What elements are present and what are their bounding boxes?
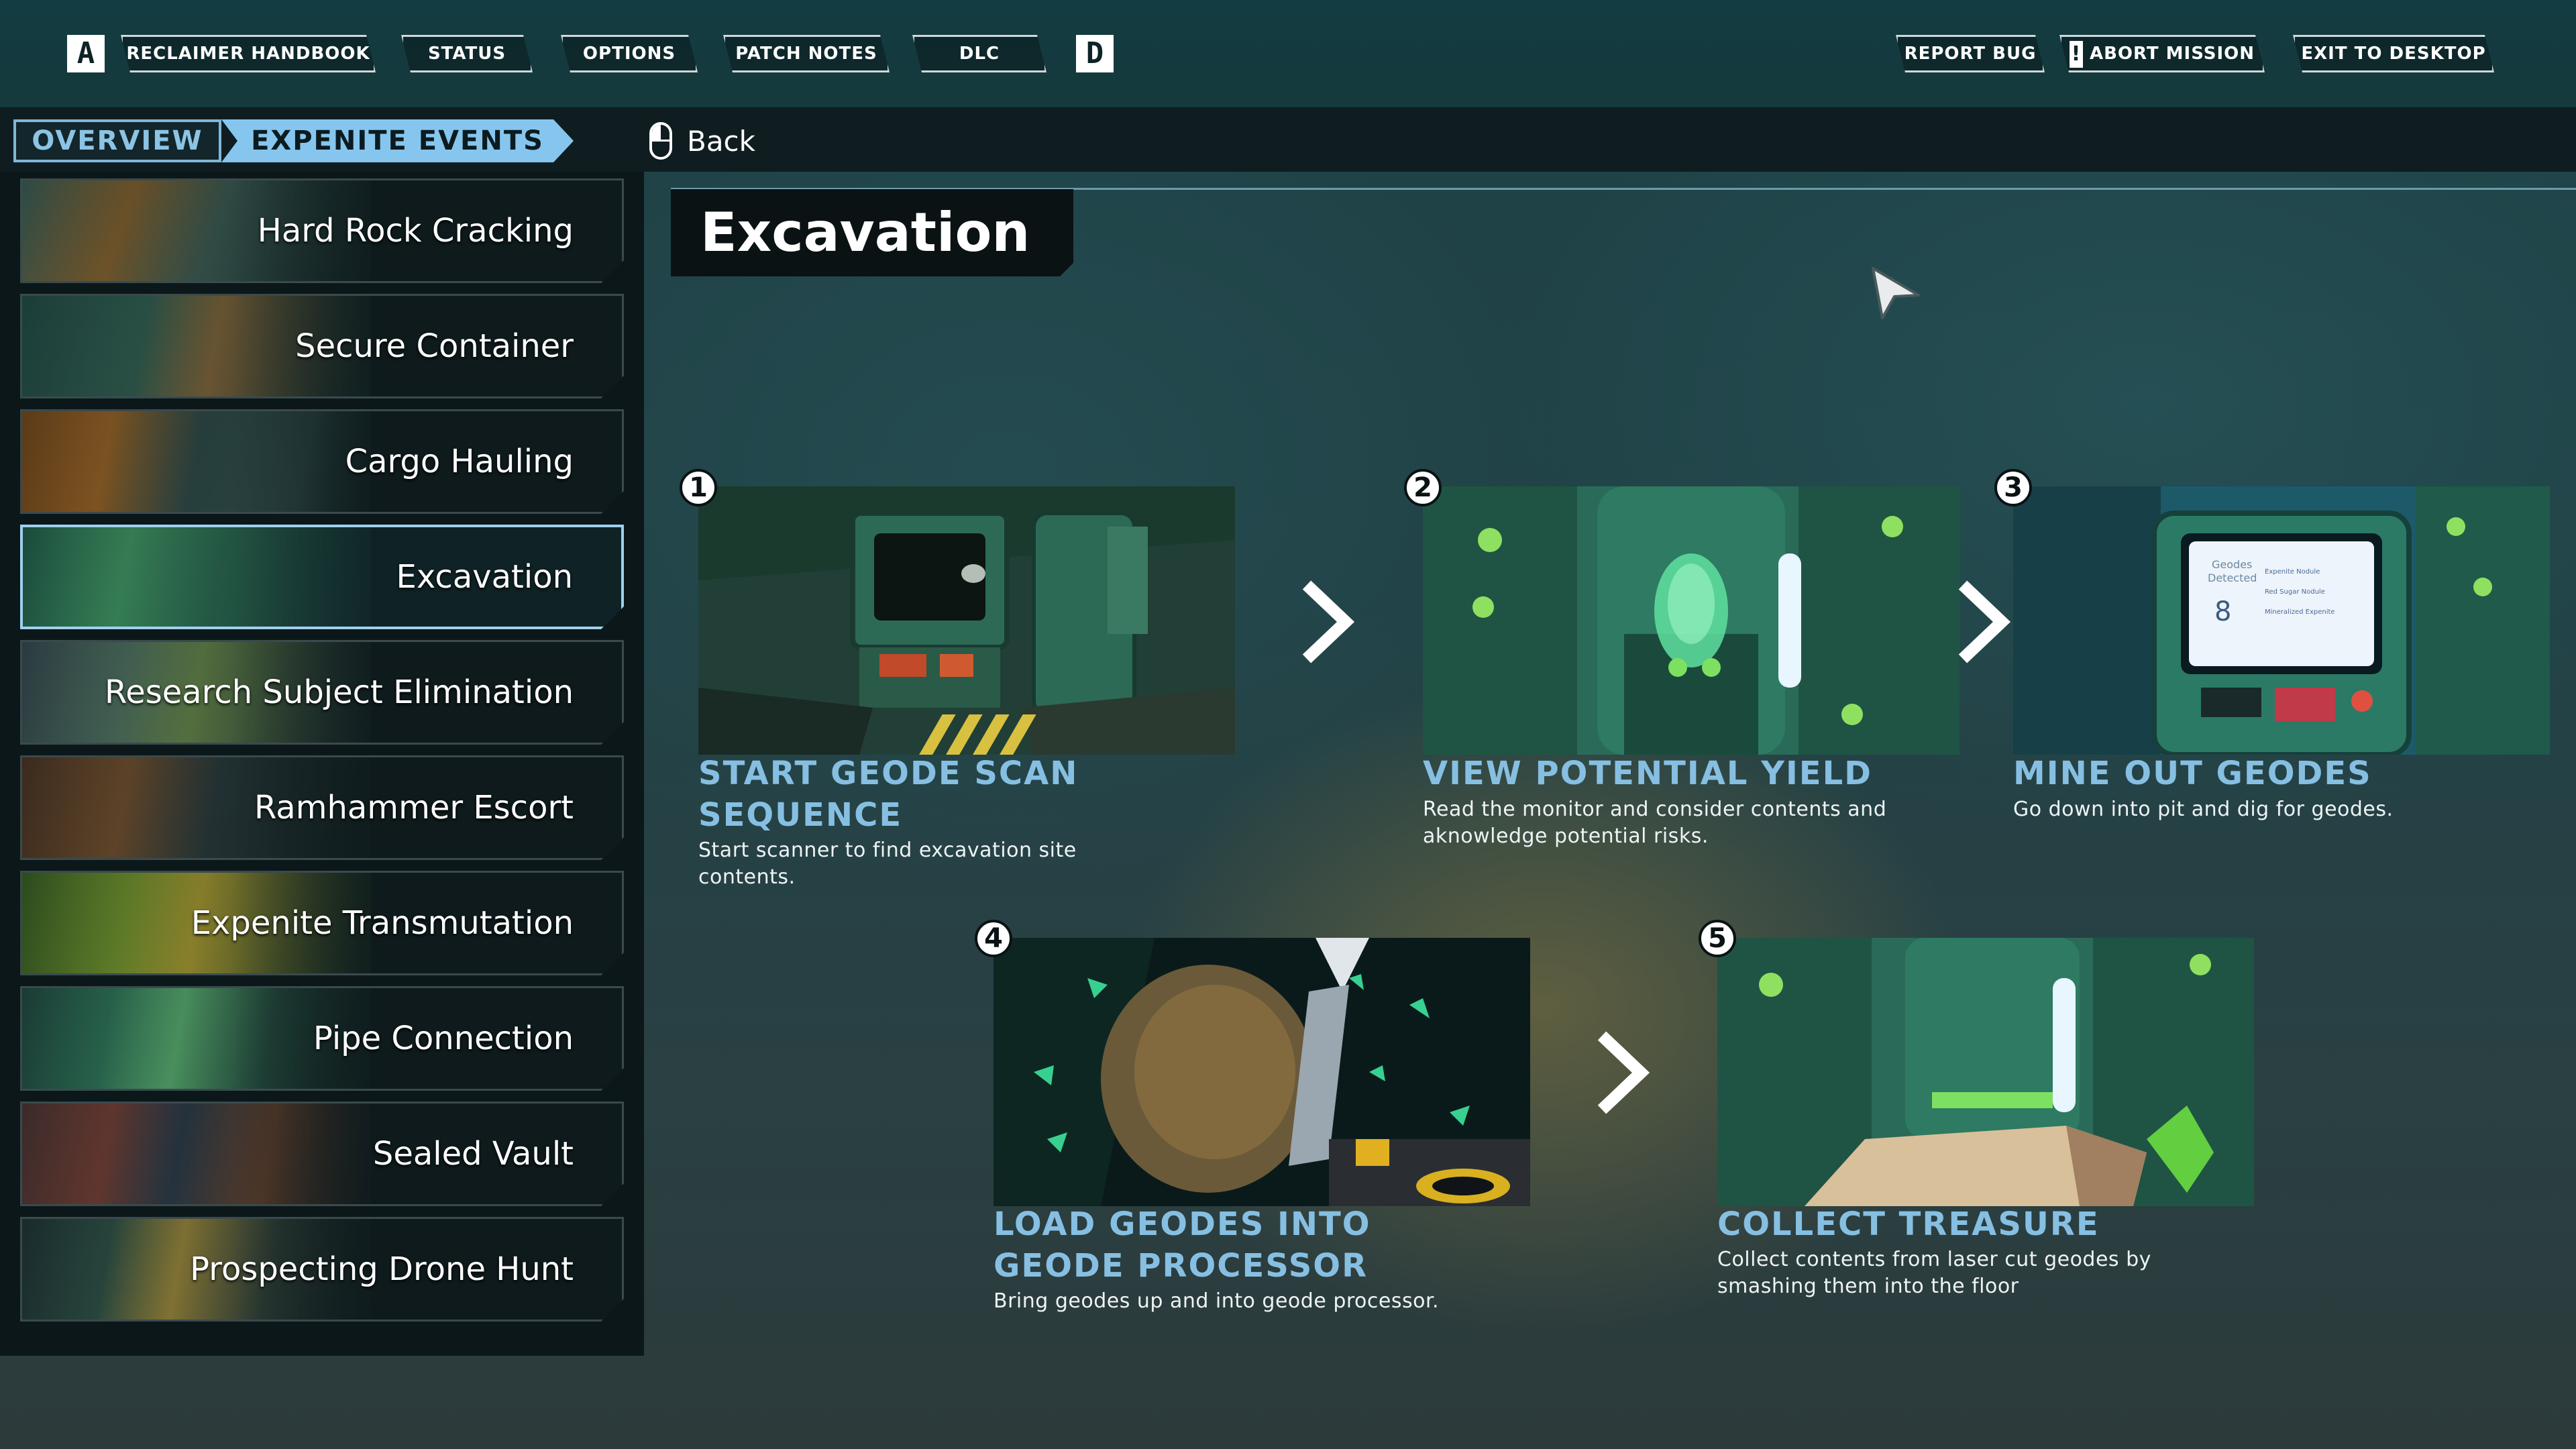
- tab-label: DLC: [959, 44, 1000, 64]
- breadcrumb-overview[interactable]: OVERVIEW: [13, 119, 221, 162]
- mouse-icon: [649, 122, 672, 160]
- sidebar-item-cargo-hauling[interactable]: Cargo Hauling: [20, 409, 624, 514]
- report-bug-label: REPORT BUG: [1904, 44, 2037, 64]
- sidebar-item-label: Research Subject Elimination: [105, 674, 574, 711]
- step-number: 1: [680, 469, 717, 506]
- tab-patch-notes[interactable]: PATCH NOTES: [723, 35, 890, 72]
- key-hint-a: A: [67, 35, 105, 72]
- svg-text:Detected: Detected: [2208, 572, 2257, 584]
- tab-label: PATCH NOTES: [735, 44, 877, 64]
- sidebar-item-label: Hard Rock Cracking: [257, 212, 574, 250]
- svg-text:Mineralized Expenite: Mineralized Expenite: [2265, 608, 2335, 616]
- sidebar-item-label: Sealed Vault: [372, 1135, 574, 1173]
- sidebar-item-sealed-vault[interactable]: Sealed Vault: [20, 1102, 624, 1206]
- sidebar-item-label: Expenite Transmutation: [191, 904, 574, 942]
- sidebar-item-label: Excavation: [396, 558, 573, 596]
- sidebar-item-secure-container[interactable]: Secure Container: [20, 294, 624, 398]
- svg-text:Red Sugar Nodule: Red Sugar Nodule: [2265, 588, 2325, 596]
- step-number: 2: [1404, 469, 1442, 506]
- page-title: Excavation: [700, 201, 1030, 264]
- step-title: VIEW POTENTIAL YIELD: [1423, 755, 1873, 792]
- tab-label: OPTIONS: [582, 44, 676, 64]
- sidebar-item-ramhammer-escort[interactable]: Ramhammer Escort: [20, 755, 624, 860]
- tab-label: STATUS: [427, 44, 506, 64]
- abort-mission-label: ABORT MISSION: [2089, 44, 2255, 64]
- step-description: Go down into pit and dig for geodes.: [2013, 798, 2394, 821]
- sidebar-item-label: Cargo Hauling: [345, 443, 574, 480]
- breadcrumb-expenite-events[interactable]: EXPENITE EVENTS: [221, 119, 574, 162]
- tab-label: RECLAIMER HANDBOOK: [126, 44, 370, 64]
- sidebar-item-research-subject-elimination[interactable]: Research Subject Elimination: [20, 640, 624, 745]
- sidebar-item-label: Prospecting Drone Hunt: [190, 1250, 574, 1288]
- step-description: Start scanner to find excavation site co…: [698, 839, 1077, 889]
- sidebar-item-label: Secure Container: [295, 327, 574, 365]
- step-1-image: [698, 486, 1235, 755]
- tab-reclaimer-handbook[interactable]: RECLAIMER HANDBOOK: [121, 35, 376, 72]
- exit-label: EXIT TO DESKTOP: [2301, 44, 2486, 64]
- step-5-image: [1717, 938, 2254, 1206]
- step-3-image: Geodes Detected 8 Expenite Nodule Red Su…: [2013, 486, 2550, 755]
- tab-status[interactable]: STATUS: [401, 35, 533, 72]
- sidebar-item-label: Ramhammer Escort: [254, 789, 574, 826]
- step-2-image: [1423, 486, 1960, 755]
- sidebar-item-expenite-transmutation[interactable]: Expenite Transmutation: [20, 871, 624, 975]
- chevron-right-icon: [1302, 580, 1355, 663]
- warning-icon: !: [2070, 41, 2083, 68]
- abort-mission-button[interactable]: ! ABORT MISSION: [2059, 35, 2265, 72]
- report-bug-button[interactable]: REPORT BUG: [1896, 35, 2045, 72]
- sidebar-item-label: Pipe Connection: [313, 1020, 574, 1057]
- step-title: MINE OUT GEODES: [2013, 755, 2372, 792]
- step-title: LOAD GEODES INTO GEODE PROCESSOR: [994, 1205, 1371, 1285]
- tab-dlc[interactable]: DLC: [912, 35, 1046, 72]
- monitor-label: Geodes: [2212, 558, 2252, 571]
- cursor-icon: [1872, 267, 1920, 319]
- step-number: 5: [1699, 920, 1736, 957]
- step-description: Read the monitor and consider contents a…: [1423, 798, 1887, 848]
- sidebar-item-pipe-connection[interactable]: Pipe Connection: [20, 986, 624, 1091]
- step-description: Collect contents from laser cut geodes b…: [1717, 1248, 2151, 1298]
- chevron-right-icon: [1597, 1031, 1650, 1114]
- sidebar-item-hard-rock-cracking[interactable]: Hard Rock Cracking: [20, 178, 624, 283]
- step-title: COLLECT TREASURE: [1717, 1205, 2100, 1243]
- back-button[interactable]: Back: [649, 119, 755, 162]
- exit-to-desktop-button[interactable]: EXIT TO DESKTOP: [2293, 35, 2494, 72]
- svg-text:Expenite Nodule: Expenite Nodule: [2265, 568, 2320, 576]
- tab-options[interactable]: OPTIONS: [561, 35, 698, 72]
- step-description: Bring geodes up and into geode processor…: [994, 1289, 1440, 1313]
- chevron-right-icon: [1958, 580, 2011, 663]
- sidebar-item-excavation[interactable]: Excavation: [20, 525, 624, 629]
- step-number: 3: [1994, 469, 2032, 506]
- step-4-image: [994, 938, 1530, 1206]
- key-hint-d: D: [1076, 35, 1114, 72]
- page-title-box: Excavation: [671, 189, 1073, 276]
- monitor-count: 8: [2214, 596, 2231, 627]
- step-number: 4: [975, 920, 1012, 957]
- step-title: START GEODE SCAN SEQUENCE: [698, 755, 1079, 834]
- sidebar-item-prospecting-drone-hunt[interactable]: Prospecting Drone Hunt: [20, 1217, 624, 1322]
- back-label: Back: [687, 124, 755, 158]
